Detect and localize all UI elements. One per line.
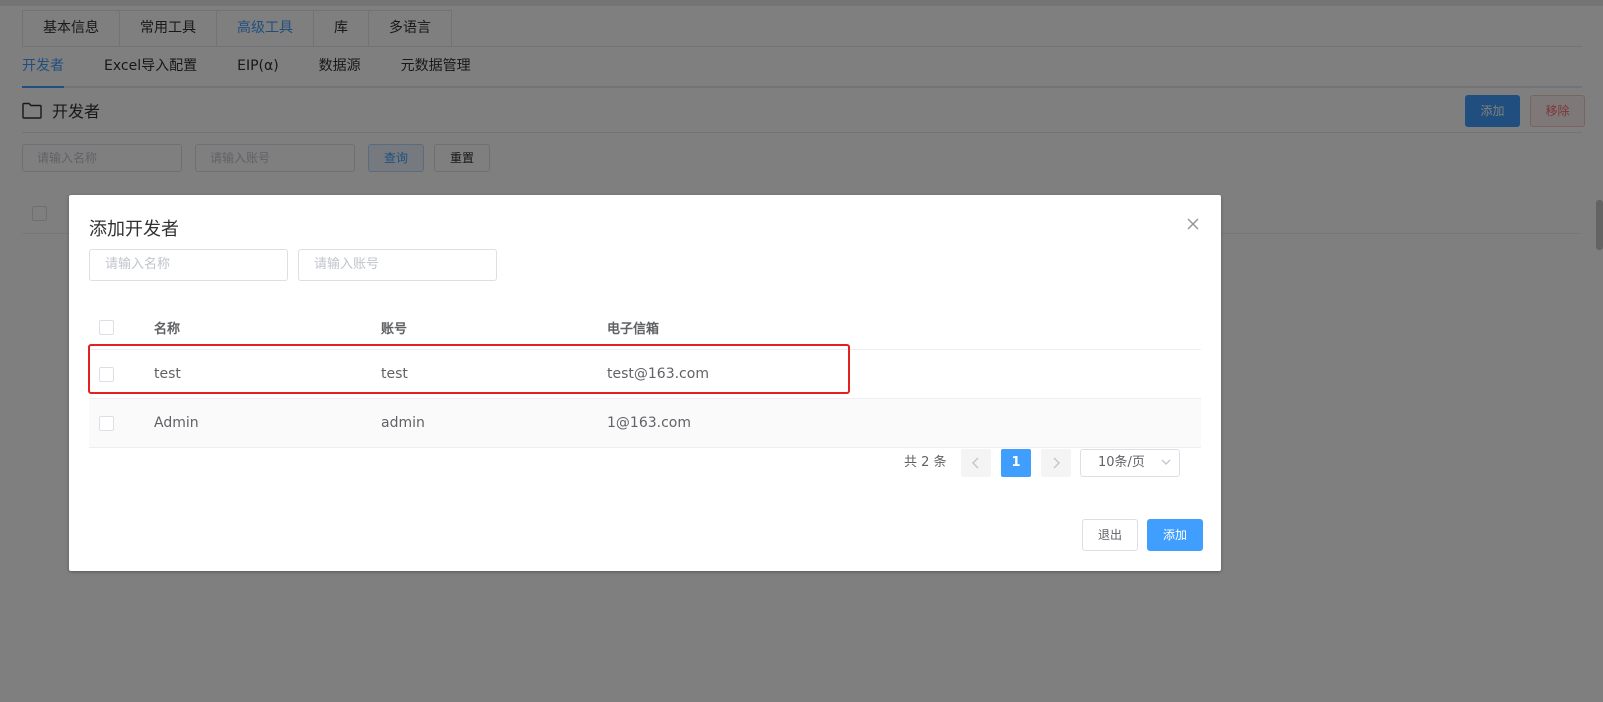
column-header-name: 名称 <box>154 321 181 337</box>
table-row[interactable]: Admin admin 1@163.com <box>89 399 1201 448</box>
page-size-value: 10条/页 <box>1098 455 1145 470</box>
column-header-email: 电子信箱 <box>607 321 660 337</box>
page-size-select[interactable]: 10条/页 <box>1080 449 1180 477</box>
dialog-title: 添加开发者 <box>89 219 179 240</box>
chevron-right-icon <box>1053 457 1060 468</box>
close-icon[interactable] <box>1186 217 1200 231</box>
row-email: 1@163.com <box>607 415 691 431</box>
highlight-box <box>88 344 850 394</box>
row-account: admin <box>381 415 425 431</box>
dialog-add-button[interactable]: 添加 <box>1147 519 1203 551</box>
select-all-checkbox[interactable] <box>99 319 114 335</box>
row-checkbox[interactable] <box>99 415 114 431</box>
chevron-left-icon <box>972 457 979 468</box>
pagination-next-button[interactable] <box>1041 449 1071 477</box>
column-header-account: 账号 <box>381 321 408 337</box>
dialog-name-input[interactable]: 请输入名称 <box>89 249 288 281</box>
dialog-account-input[interactable]: 请输入账号 <box>298 249 497 281</box>
pagination-total: 共 2 条 <box>904 455 947 470</box>
row-name: Admin <box>154 415 199 431</box>
exit-button[interactable]: 退出 <box>1082 519 1138 551</box>
pagination-prev-button[interactable] <box>961 449 991 477</box>
add-developer-dialog: 添加开发者 请输入名称 请输入账号 名称 账号 电子信箱 test test t… <box>69 195 1221 571</box>
pagination-page-button[interactable]: 1 <box>1001 449 1031 477</box>
chevron-down-icon <box>1161 459 1171 465</box>
